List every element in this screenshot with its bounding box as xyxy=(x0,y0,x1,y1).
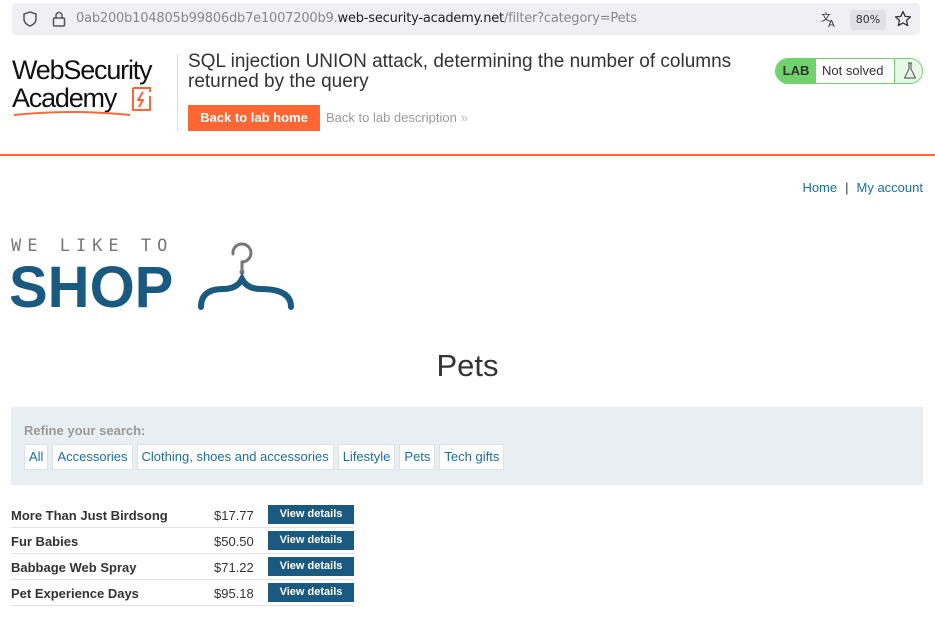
table-row: Pet Experience Days $95.18 View details xyxy=(11,580,354,606)
table-row: More Than Just Birdsong $17.77 View deta… xyxy=(11,502,354,528)
translate-icon[interactable]: 文 A xyxy=(820,10,838,28)
category-link-all[interactable]: All xyxy=(24,444,49,470)
view-details-button[interactable]: View details xyxy=(268,531,354,550)
table-row: Babbage Web Spray $71.22 View details xyxy=(11,554,354,580)
product-name: More Than Just Birdsong xyxy=(11,508,168,523)
category-link-clothing[interactable]: Clothing, shoes and accessories xyxy=(136,444,334,470)
double-chevron-right-icon: » xyxy=(460,110,469,125)
view-details-button[interactable]: View details xyxy=(268,505,354,524)
logo-bolt-icon xyxy=(132,87,151,111)
logo-underline xyxy=(13,111,131,116)
header-divider xyxy=(177,54,178,132)
product-price: $17.77 xyxy=(214,508,254,523)
logo-word: SHOP xyxy=(11,255,173,314)
product-price: $50.50 xyxy=(214,534,254,549)
category-link-lifestyle[interactable]: Lifestyle xyxy=(337,444,396,470)
category-filter-panel: Refine your search: All Accessories Clot… xyxy=(11,407,923,485)
table-row: Fur Babies $50.50 View details xyxy=(11,528,354,554)
hanger-icon xyxy=(198,242,294,310)
product-table: More Than Just Birdsong $17.77 View deta… xyxy=(11,502,354,606)
flask-icon-container xyxy=(894,59,922,83)
url-domain: web-security-academy.net xyxy=(337,11,505,26)
lock-icon[interactable] xyxy=(52,11,66,27)
logo-tagline: WE LIKE TO xyxy=(11,236,173,256)
browser-toolbar: 0ab200b104805b99806db7e1007200b9.web-sec… xyxy=(0,0,935,38)
category-link-accessories[interactable]: Accessories xyxy=(52,444,133,470)
my-account-link[interactable]: My account xyxy=(857,180,923,195)
url-prefix: 0ab200b104805b99806db7e1007200b9. xyxy=(76,11,338,26)
product-price: $95.18 xyxy=(214,586,254,601)
product-price: $71.22 xyxy=(214,560,254,575)
url-text[interactable]: 0ab200b104805b99806db7e1007200b9.web-sec… xyxy=(76,11,637,26)
refine-search-label: Refine your search: xyxy=(24,423,146,438)
star-icon[interactable] xyxy=(894,10,912,28)
academy-header: WebSecurity Academy SQL injection UNION … xyxy=(0,38,935,156)
url-path: /filter?category=Pets xyxy=(503,11,637,26)
product-name: Babbage Web Spray xyxy=(11,560,137,575)
zoom-level-badge[interactable]: 80% xyxy=(850,10,886,30)
we-like-to-shop-logo[interactable]: WE LIKE TO SHOP xyxy=(11,234,301,314)
category-list: All Accessories Clothing, shoes and acce… xyxy=(24,444,505,470)
back-to-lab-home-button[interactable]: Back to lab home xyxy=(188,105,320,131)
back-to-lab-description-label: Back to lab description xyxy=(326,110,457,125)
product-name: Pet Experience Days xyxy=(11,586,139,601)
account-nav: Home | My account xyxy=(802,180,923,195)
lab-badge: LAB xyxy=(776,59,816,83)
url-bar[interactable]: 0ab200b104805b99806db7e1007200b9.web-sec… xyxy=(12,3,920,35)
shield-icon[interactable] xyxy=(22,11,38,27)
web-security-academy-logo[interactable]: WebSecurity Academy xyxy=(12,56,172,116)
lab-status-text: Not solved xyxy=(822,63,884,78)
back-to-lab-description-link[interactable]: Back to lab description» xyxy=(326,110,468,125)
product-name: Fur Babies xyxy=(11,534,79,549)
category-link-tech-gifts[interactable]: Tech gifts xyxy=(439,444,505,470)
flask-icon xyxy=(903,62,917,79)
nav-separator: | xyxy=(845,180,849,195)
view-details-button[interactable]: View details xyxy=(268,583,354,602)
category-link-pets[interactable]: Pets xyxy=(399,444,436,470)
lab-status-widget: LAB Not solved xyxy=(775,58,923,84)
page-title: Pets xyxy=(436,348,499,383)
logo-line-1: WebSecurity xyxy=(12,55,153,85)
svg-text:A: A xyxy=(828,19,835,28)
lab-title: SQL injection UNION attack, determining … xyxy=(188,51,732,92)
view-details-button[interactable]: View details xyxy=(268,557,354,576)
home-link[interactable]: Home xyxy=(802,180,837,195)
